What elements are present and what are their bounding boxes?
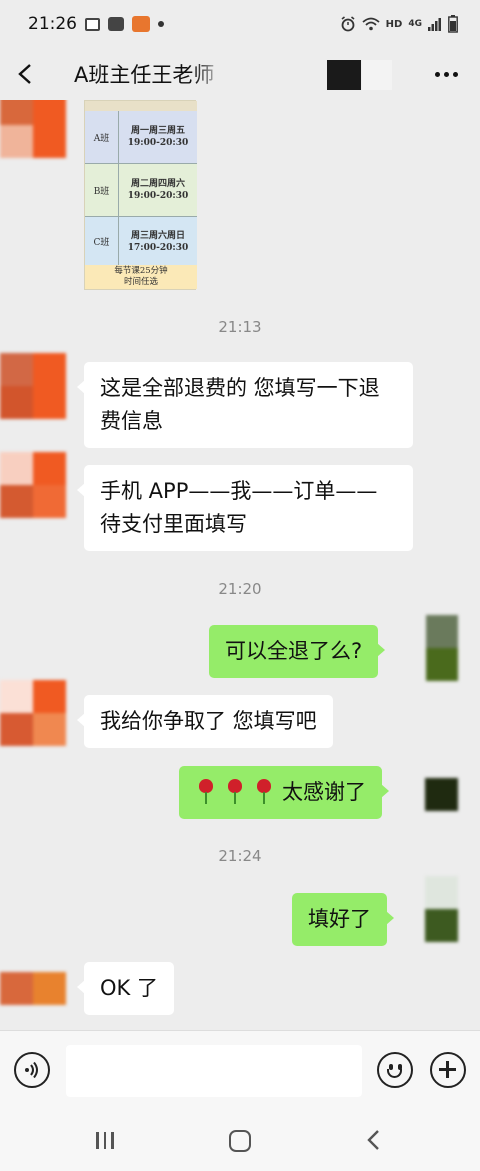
chat-messages[interactable]: A班 周一周三周五 19:00-20:30 B班 周二周四周六 19:00-20…: [0, 100, 480, 1030]
input-bar: [0, 1030, 480, 1110]
more-notifications-icon: [158, 21, 164, 27]
alarm-icon: [341, 16, 355, 32]
rose-icon: [253, 777, 275, 805]
battery-icon: [448, 15, 458, 33]
timestamp: 21:13: [218, 318, 262, 336]
app-notification-icon: [132, 16, 150, 32]
more-dots-icon: [434, 71, 440, 77]
system-back-icon: [367, 1130, 379, 1150]
recents-bar: [111, 1131, 114, 1149]
class-hours: 19:00-20:30: [127, 191, 189, 201]
status-time: 21:26: [28, 14, 77, 34]
rose-icon: [224, 777, 246, 805]
class-name: A班: [85, 111, 119, 163]
plus-button[interactable]: [430, 1052, 466, 1088]
message-bubble-self[interactable]: 填好了: [292, 893, 394, 946]
class-hours: 19:00-20:30: [127, 138, 189, 148]
self-avatar[interactable]: [425, 778, 458, 811]
more-button[interactable]: [426, 58, 466, 90]
redacted-block: [327, 60, 361, 90]
rose-icon: [195, 777, 217, 805]
home-button[interactable]: [228, 1126, 251, 1154]
self-avatar[interactable]: [426, 615, 458, 681]
class-time: 周二周四周六 19:00-20:30: [119, 164, 197, 216]
class-days: 周一周三周五: [130, 126, 185, 136]
contact-avatar[interactable]: [0, 353, 66, 419]
schedule-footer-line: 时间任选: [123, 277, 158, 287]
class-time: 周三周六周日 17:00-20:30: [119, 217, 197, 266]
chat-title[interactable]: A班主任王老师: [74, 59, 224, 89]
message-text: 太感谢了: [282, 780, 366, 804]
hd-badge: HD: [385, 18, 403, 30]
status-left: 21:26: [28, 14, 164, 34]
schedule-row: A班 周一周三周五 19:00-20:30: [85, 111, 197, 164]
class-days: 周二周四周六: [130, 179, 185, 189]
chevron-left-icon: [18, 64, 31, 84]
class-name: C班: [85, 217, 119, 266]
more-dot: [452, 71, 458, 77]
recents-bar: [103, 1131, 107, 1149]
message-bubble[interactable]: 手机 APP——我——订单——待支付里面填写: [77, 465, 413, 551]
self-avatar[interactable]: [425, 876, 458, 942]
network-gen: 4G: [408, 19, 422, 29]
system-navigation: [0, 1110, 480, 1171]
emoji-mouth: [387, 1069, 402, 1078]
contact-avatar[interactable]: [0, 100, 66, 158]
schedule-row: C班 周三周六周日 17:00-20:30: [85, 217, 197, 267]
contact-avatar[interactable]: [0, 452, 66, 518]
class-time: 周一周三周五 19:00-20:30: [119, 111, 197, 163]
emoji-button[interactable]: [377, 1052, 413, 1088]
message-icon: [108, 17, 124, 31]
redacted-block-light: [362, 60, 392, 90]
signal-icon: [428, 18, 441, 31]
schedule-image[interactable]: A班 周一周三周五 19:00-20:30 B班 周二周四周六 19:00-20…: [84, 100, 197, 290]
voice-button[interactable]: [14, 1052, 50, 1088]
message-bubble-self[interactable]: 可以全退了么?: [209, 625, 386, 678]
chat-header: A班主任王老师: [0, 48, 480, 100]
schedule-header: [85, 101, 197, 111]
contact-avatar[interactable]: [0, 680, 66, 746]
class-hours: 17:00-20:30: [127, 242, 189, 253]
status-right: HD 4G: [340, 15, 458, 33]
class-name: B班: [85, 164, 119, 216]
more-dot: [443, 71, 449, 77]
schedule-footer-line: 每节课25分钟: [114, 266, 168, 276]
back-button[interactable]: [0, 48, 52, 100]
message-bubble[interactable]: OK 了: [77, 962, 174, 1015]
class-days: 周三周六周日: [130, 230, 185, 241]
timestamp: 21:24: [218, 847, 262, 865]
message-bubble-self[interactable]: 太感谢了: [179, 766, 389, 819]
gallery-icon: [85, 17, 100, 31]
message-bubble[interactable]: 我给你争取了 您填写吧: [77, 695, 333, 748]
voice-icon: [25, 1061, 38, 1079]
message-bubble[interactable]: 这是全部退费的 您填写一下退费信息: [77, 362, 413, 448]
timestamp: 21:20: [218, 580, 262, 598]
contact-avatar[interactable]: [0, 972, 66, 1006]
status-bar: 21:26 HD 4G: [0, 0, 480, 48]
schedule-row: B班 周二周四周六 19:00-20:30: [85, 164, 197, 217]
recents-button[interactable]: [94, 1126, 116, 1154]
system-back-button[interactable]: [364, 1126, 384, 1154]
recents-icon: [96, 1131, 99, 1149]
wifi-icon: [362, 17, 380, 31]
schedule-footer: 每节课25分钟 时间任选: [85, 265, 197, 289]
message-input[interactable]: [66, 1045, 362, 1097]
